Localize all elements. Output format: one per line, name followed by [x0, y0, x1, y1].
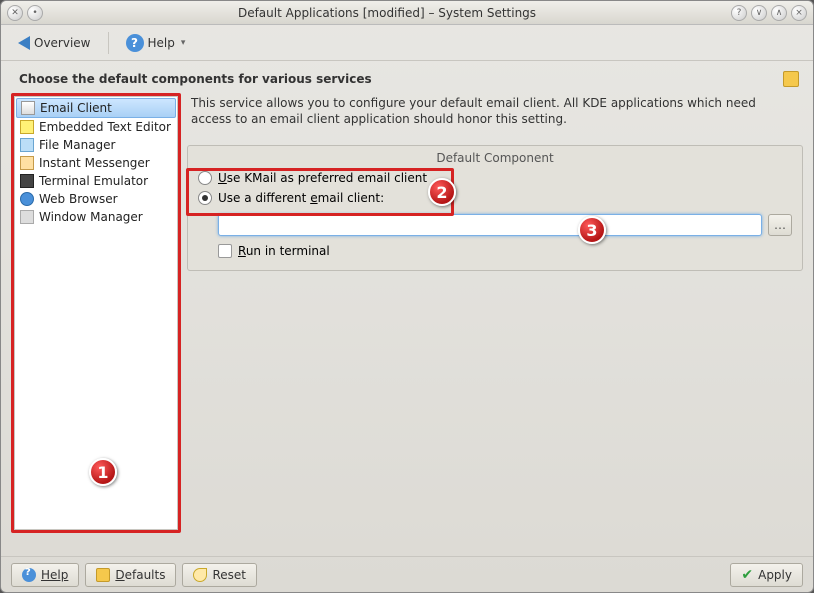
radio-other-label: Use a different email client: [218, 191, 384, 205]
radio-kmail-label: Use KMail as preferred email client [218, 171, 427, 185]
help-label: Help [148, 36, 175, 50]
overview-button[interactable]: Overview [9, 31, 100, 55]
terminal-icon [20, 174, 34, 188]
titlebar[interactable]: ✕ • Default Applications [modified] – Sy… [1, 1, 813, 25]
pin-icon[interactable]: • [27, 5, 43, 21]
apply-button-label: Apply [758, 568, 792, 582]
help-title-icon[interactable]: ? [731, 5, 747, 21]
page-heading: Choose the default components for variou… [19, 72, 783, 86]
toolbar-separator [108, 32, 109, 54]
mail-icon [21, 101, 35, 115]
window-title: Default Applications [modified] – System… [47, 6, 727, 20]
run-terminal-checkbox[interactable] [218, 244, 232, 258]
file-manager-icon [20, 138, 34, 152]
defaults-button[interactable]: Defaults [85, 563, 176, 587]
reset-icon [193, 568, 207, 582]
sidebar-item-file-manager[interactable]: File Manager [16, 136, 176, 154]
chevron-down-icon: ▾ [181, 38, 186, 48]
defaults-icon [96, 568, 110, 582]
email-client-path-input[interactable] [218, 214, 762, 236]
window-manager-icon [20, 210, 34, 224]
browse-button[interactable]: … [768, 214, 792, 236]
sidebar-item-label: Embedded Text Editor [39, 120, 171, 134]
sidebar-item-text-editor[interactable]: Embedded Text Editor [16, 118, 176, 136]
radio-kmail-row[interactable]: Use KMail as preferred email client [188, 168, 802, 188]
locale-flag-icon[interactable] [783, 71, 799, 87]
sidebar-item-window-manager[interactable]: Window Manager [16, 208, 176, 226]
sidebar-item-instant-messenger[interactable]: Instant Messenger [16, 154, 176, 172]
group-title: Default Component [188, 146, 802, 168]
help-button-label: Help [41, 568, 68, 582]
sidebar-item-label: Window Manager [39, 210, 143, 224]
client-path-row: … [188, 208, 802, 240]
instant-messenger-icon [20, 156, 34, 170]
sidebar-item-email-client[interactable]: Email Client [16, 98, 176, 118]
maximize-icon[interactable]: ∧ [771, 5, 787, 21]
help-button[interactable]: Help [11, 563, 79, 587]
help-icon: ? [126, 34, 144, 52]
radio-other-row[interactable]: Use a different email client: [188, 188, 802, 208]
reset-button[interactable]: Reset [182, 563, 257, 587]
content-area: Email Client Embedded Text Editor File M… [1, 93, 813, 556]
minimize-icon[interactable]: ∨ [751, 5, 767, 21]
run-terminal-label: Run in terminal [238, 244, 330, 258]
text-editor-icon [20, 120, 34, 134]
web-browser-icon [20, 192, 34, 206]
run-terminal-row[interactable]: Run in terminal [188, 240, 802, 258]
system-settings-window: ✕ • Default Applications [modified] – Sy… [0, 0, 814, 593]
radio-other[interactable] [198, 191, 212, 205]
sidebar-item-label: File Manager [39, 138, 116, 152]
sidebar-item-label: Web Browser [39, 192, 118, 206]
help-icon [22, 568, 36, 582]
overview-label: Overview [34, 36, 91, 50]
apply-button[interactable]: ✔ Apply [730, 563, 803, 587]
sidebar-item-label: Email Client [40, 101, 112, 115]
service-description: This service allows you to configure you… [187, 93, 803, 135]
sidebar-item-label: Terminal Emulator [39, 174, 148, 188]
heading-row: Choose the default components for variou… [1, 61, 813, 93]
close-icon[interactable]: × [791, 5, 807, 21]
sidebar-item-label: Instant Messenger [39, 156, 150, 170]
sidebar-item-terminal[interactable]: Terminal Emulator [16, 172, 176, 190]
settings-pane: This service allows you to configure you… [187, 93, 803, 550]
annotation-callout-1: 1 [89, 458, 117, 486]
bottom-button-bar: Help Defaults Reset ✔ Apply [1, 556, 813, 592]
apply-check-icon: ✔ [741, 567, 753, 583]
help-menu-button[interactable]: ? Help ▾ [117, 29, 195, 57]
component-list[interactable]: Email Client Embedded Text Editor File M… [11, 93, 181, 533]
sidebar-item-web-browser[interactable]: Web Browser [16, 190, 176, 208]
reset-button-label: Reset [212, 568, 246, 582]
default-component-group: Default Component Use KMail as preferred… [187, 145, 803, 271]
tools-icon[interactable]: ✕ [7, 5, 23, 21]
toolbar: Overview ? Help ▾ [1, 25, 813, 61]
back-arrow-icon [18, 36, 30, 50]
radio-kmail[interactable] [198, 171, 212, 185]
